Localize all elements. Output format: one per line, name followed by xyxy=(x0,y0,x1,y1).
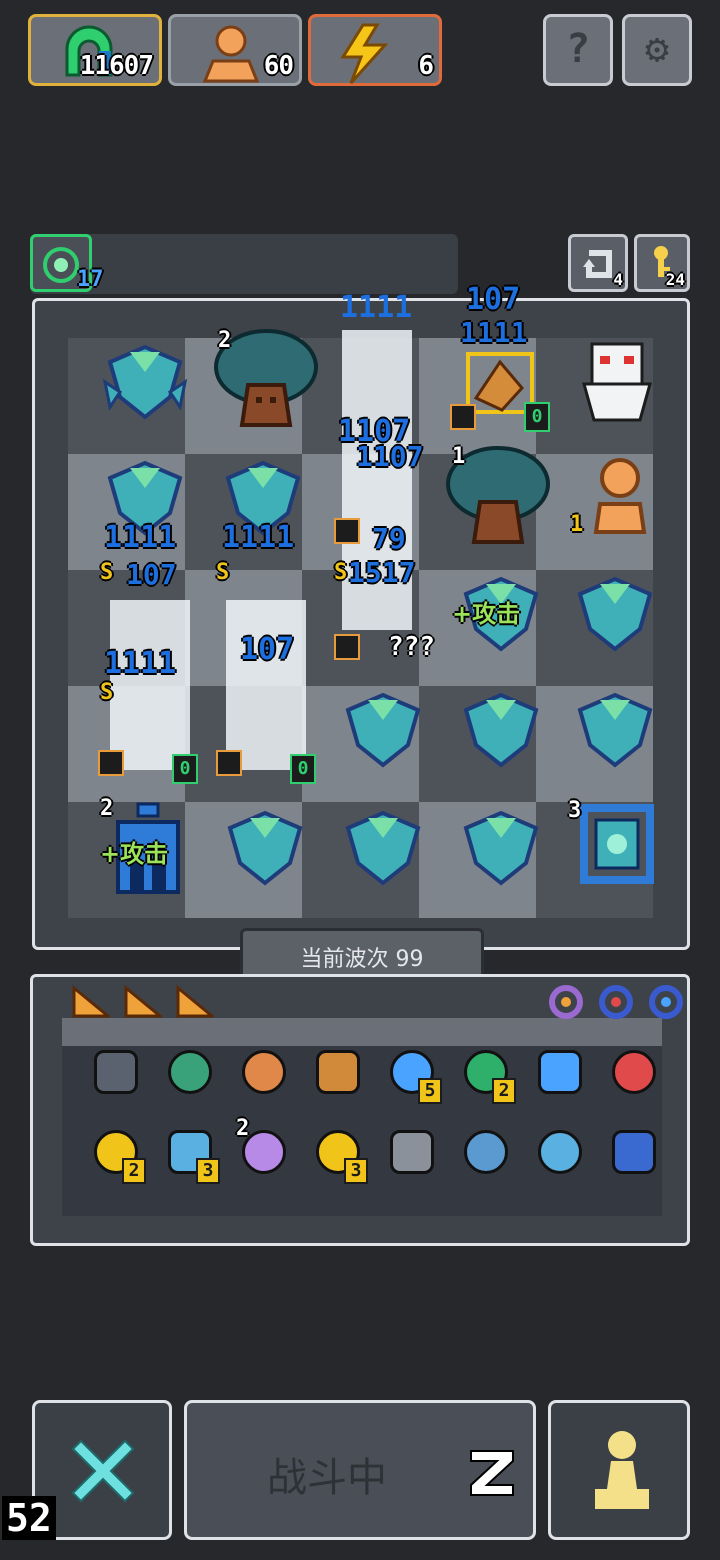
damage-popup: 107 xyxy=(240,632,295,667)
hidden-damage-label: ??? xyxy=(388,632,435,662)
charge-marker: 0 xyxy=(524,402,550,432)
potion-icon[interactable] xyxy=(608,1046,660,1098)
tower-level-label: 2 xyxy=(100,796,114,821)
attack-buff-label: +攻击 xyxy=(452,600,521,628)
spark-level-label: 2 xyxy=(236,1116,250,1141)
battle-flash xyxy=(110,600,190,770)
energy-value: 6 xyxy=(418,51,434,81)
s-marker: S xyxy=(216,560,230,585)
turret-piece[interactable] xyxy=(338,690,428,770)
person-icon xyxy=(202,25,260,83)
shield-icon[interactable] xyxy=(90,1046,142,1098)
damage-popup: 1107 xyxy=(356,440,424,473)
shelf-marker xyxy=(98,750,124,776)
item-count-badge: 5 xyxy=(418,1078,442,1104)
heart-plate-icon[interactable] xyxy=(386,1126,438,1178)
item-count-badge: 3 xyxy=(344,1158,368,1184)
lightning-icon xyxy=(340,23,389,85)
character-button[interactable] xyxy=(548,1400,690,1540)
undo-button[interactable]: 4 xyxy=(568,234,628,292)
ring-blue-icon[interactable] xyxy=(648,984,684,1020)
battle-label: 战斗中 xyxy=(267,1455,387,1501)
turret-piece[interactable] xyxy=(456,808,546,888)
s-marker: S xyxy=(100,680,114,705)
undo-count: 4 xyxy=(613,270,623,289)
statue-level-label: 1 xyxy=(570,512,584,537)
battle-button[interactable]: 战斗中 xyxy=(184,1400,536,1540)
cheese-wedge-icon[interactable] xyxy=(72,984,110,1018)
item-count-badge: 3 xyxy=(196,1158,220,1184)
damage-popup: 107 xyxy=(126,558,177,591)
ring-red-icon[interactable] xyxy=(598,984,634,1020)
shelf-marker xyxy=(334,634,360,660)
s-marker: S xyxy=(334,560,348,585)
helmet-icon[interactable] xyxy=(164,1046,216,1098)
item-count-badge: 2 xyxy=(122,1158,146,1184)
tree-level-label: 2 xyxy=(218,328,232,353)
damage-popup: 107 xyxy=(466,282,521,317)
corner-counter: 52 xyxy=(2,1496,56,1540)
damage-popup: 1111 xyxy=(340,290,413,325)
shelf-marker xyxy=(216,750,242,776)
item-count-badge: 2 xyxy=(492,1078,516,1104)
grid-chip-icon[interactable]: 3 xyxy=(312,1126,368,1184)
population-value: 60 xyxy=(263,51,294,81)
pawn-icon xyxy=(595,1431,649,1509)
attack-buff-label: +攻击 xyxy=(100,840,169,868)
cheese-wedge-icon[interactable] xyxy=(176,984,214,1018)
damage-popup: 1111 xyxy=(460,316,528,349)
blue-coin-icon[interactable] xyxy=(608,1126,660,1178)
ring-orange-icon[interactable] xyxy=(548,984,584,1020)
ring-icon[interactable]: 2 xyxy=(90,1126,146,1184)
dagger-icon[interactable] xyxy=(534,1126,586,1178)
energy-counter[interactable]: 6 xyxy=(308,14,442,86)
help-button[interactable]: ? xyxy=(543,14,613,86)
battle-flash xyxy=(226,600,306,770)
butterfly-orb-icon[interactable] xyxy=(312,1046,364,1098)
level-value: 17 xyxy=(77,267,104,292)
sleep-z-icon xyxy=(470,1450,514,1496)
s-marker: S xyxy=(100,560,114,585)
damage-popup: 1517 xyxy=(348,556,416,589)
key-button[interactable]: 24 xyxy=(634,234,690,292)
shelf-marker xyxy=(334,518,360,544)
gear-icon[interactable] xyxy=(534,1046,586,1098)
boot-icon[interactable]: 2 xyxy=(460,1046,516,1104)
armor-icon[interactable] xyxy=(238,1046,290,1098)
antenna-icon[interactable] xyxy=(460,1126,512,1178)
gems-counter[interactable]: 11607 xyxy=(28,14,162,86)
planet-icon[interactable]: 5 xyxy=(386,1046,442,1104)
target-icon xyxy=(43,247,79,283)
close-icon xyxy=(71,1439,135,1503)
charge-marker: 0 xyxy=(172,754,198,784)
damage-popup: 1111 xyxy=(104,646,177,681)
shelf-marker xyxy=(450,404,476,430)
population-counter[interactable]: 60 xyxy=(168,14,302,86)
robot-enemy[interactable] xyxy=(578,340,656,424)
cheese-wedge-icon[interactable] xyxy=(124,984,162,1018)
inventory-header-band xyxy=(62,1018,662,1048)
settings-button[interactable]: ⚙ xyxy=(622,14,692,86)
damage-popup: 79 xyxy=(372,522,406,555)
key-count: 24 xyxy=(665,270,685,289)
turret-piece[interactable] xyxy=(338,808,428,888)
charge-marker: 0 xyxy=(290,754,316,784)
level-badge[interactable]: 17 xyxy=(30,234,104,292)
turret-piece[interactable] xyxy=(570,690,660,770)
windmill-icon[interactable]: 3 xyxy=(164,1126,220,1184)
portal-level-label: 3 xyxy=(568,798,582,823)
statue-piece[interactable] xyxy=(580,456,660,540)
gems-value: 11607 xyxy=(79,51,154,81)
portal-piece[interactable] xyxy=(574,798,660,890)
undo-icon xyxy=(583,250,612,278)
turret-piece[interactable] xyxy=(570,574,660,654)
turret-piece[interactable] xyxy=(456,690,546,770)
damage-popup: 1111 xyxy=(104,520,177,555)
tree-level-label: 1 xyxy=(452,444,466,469)
turret-piece[interactable] xyxy=(220,808,310,888)
damage-popup: 1111 xyxy=(222,520,295,555)
turret-piece[interactable] xyxy=(100,342,190,422)
